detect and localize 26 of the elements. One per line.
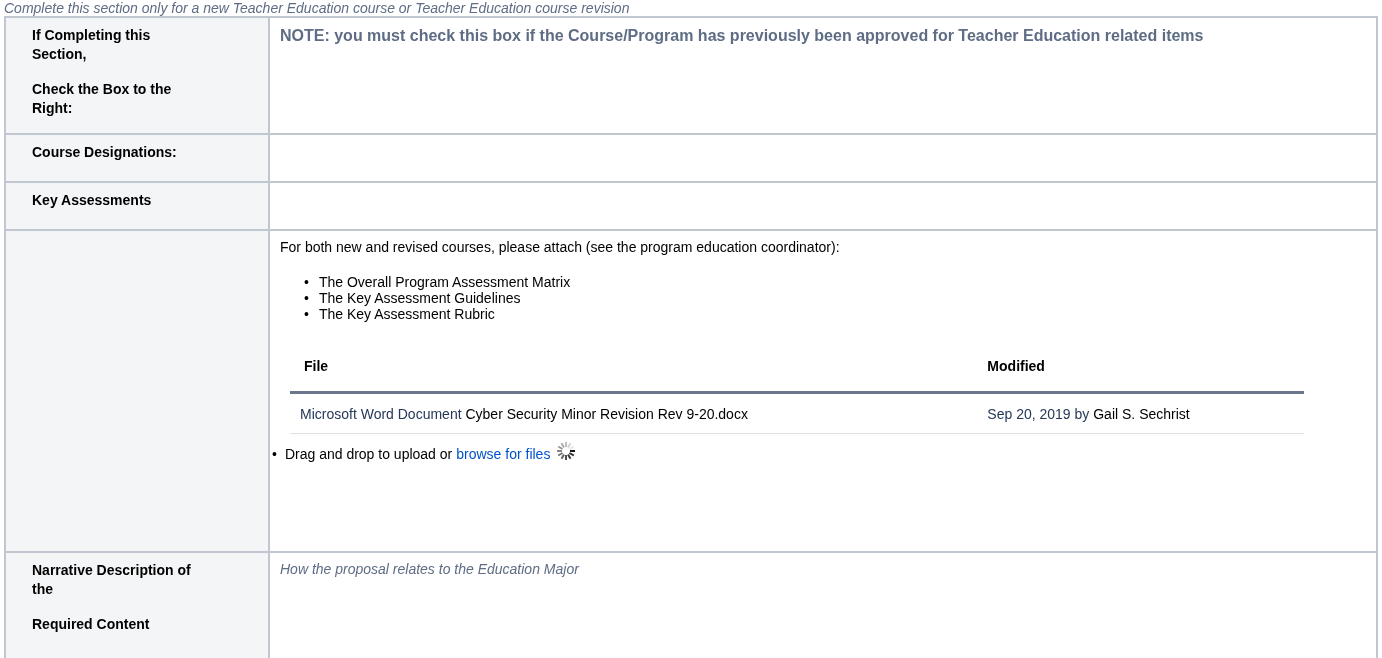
bullet-item: The Key Assessment Guidelines (318, 290, 521, 306)
browse-files-link[interactable]: browse for files (456, 444, 551, 465)
intro-text: For both new and revised courses, please attach (see the program education coordinator): (280, 238, 841, 257)
column-header: File (290, 350, 978, 393)
row-label: Check the Box to the Right: (32, 80, 173, 118)
bullet-item: The Overall Program Assessment Matrix (318, 274, 571, 290)
bullet-item: The Key Assessment Rubric (318, 306, 495, 322)
bullet-dot: • (304, 290, 309, 306)
section-note: Complete this section only for a new Teacher Education course or Teacher Education course revision (4, 0, 631, 16)
bullet-dot: • (304, 274, 309, 290)
row-label: Narrative Description of the (32, 561, 192, 599)
row-label: Required Content (32, 615, 151, 634)
author-name: Gail S. Sechrist (1093, 406, 1190, 422)
row-label: If Completing this Section, (32, 26, 152, 64)
loading-spinner-icon (556, 440, 577, 461)
bullet-dot: • (272, 445, 277, 464)
date-link[interactable]: Sep 20, 2019 by (987, 406, 1090, 422)
row-label: Key Assessments (32, 191, 153, 210)
upload-text: Drag and drop to upload or (284, 445, 453, 464)
column-header: Modified (977, 350, 1304, 393)
bullet-dot: • (304, 306, 309, 322)
placeholder-text: How the proposal relates to the Education Major (280, 561, 579, 577)
file-name: Cyber Security Minor Revision Rev 9-20.docx (465, 406, 748, 422)
row-label: Course Designations: (32, 143, 178, 162)
file-type-link[interactable]: Microsoft Word Document (300, 406, 462, 422)
note-text: NOTE: you must check this box if the Course/Program has previously been approved for Teacher Education related items (280, 26, 1205, 46)
